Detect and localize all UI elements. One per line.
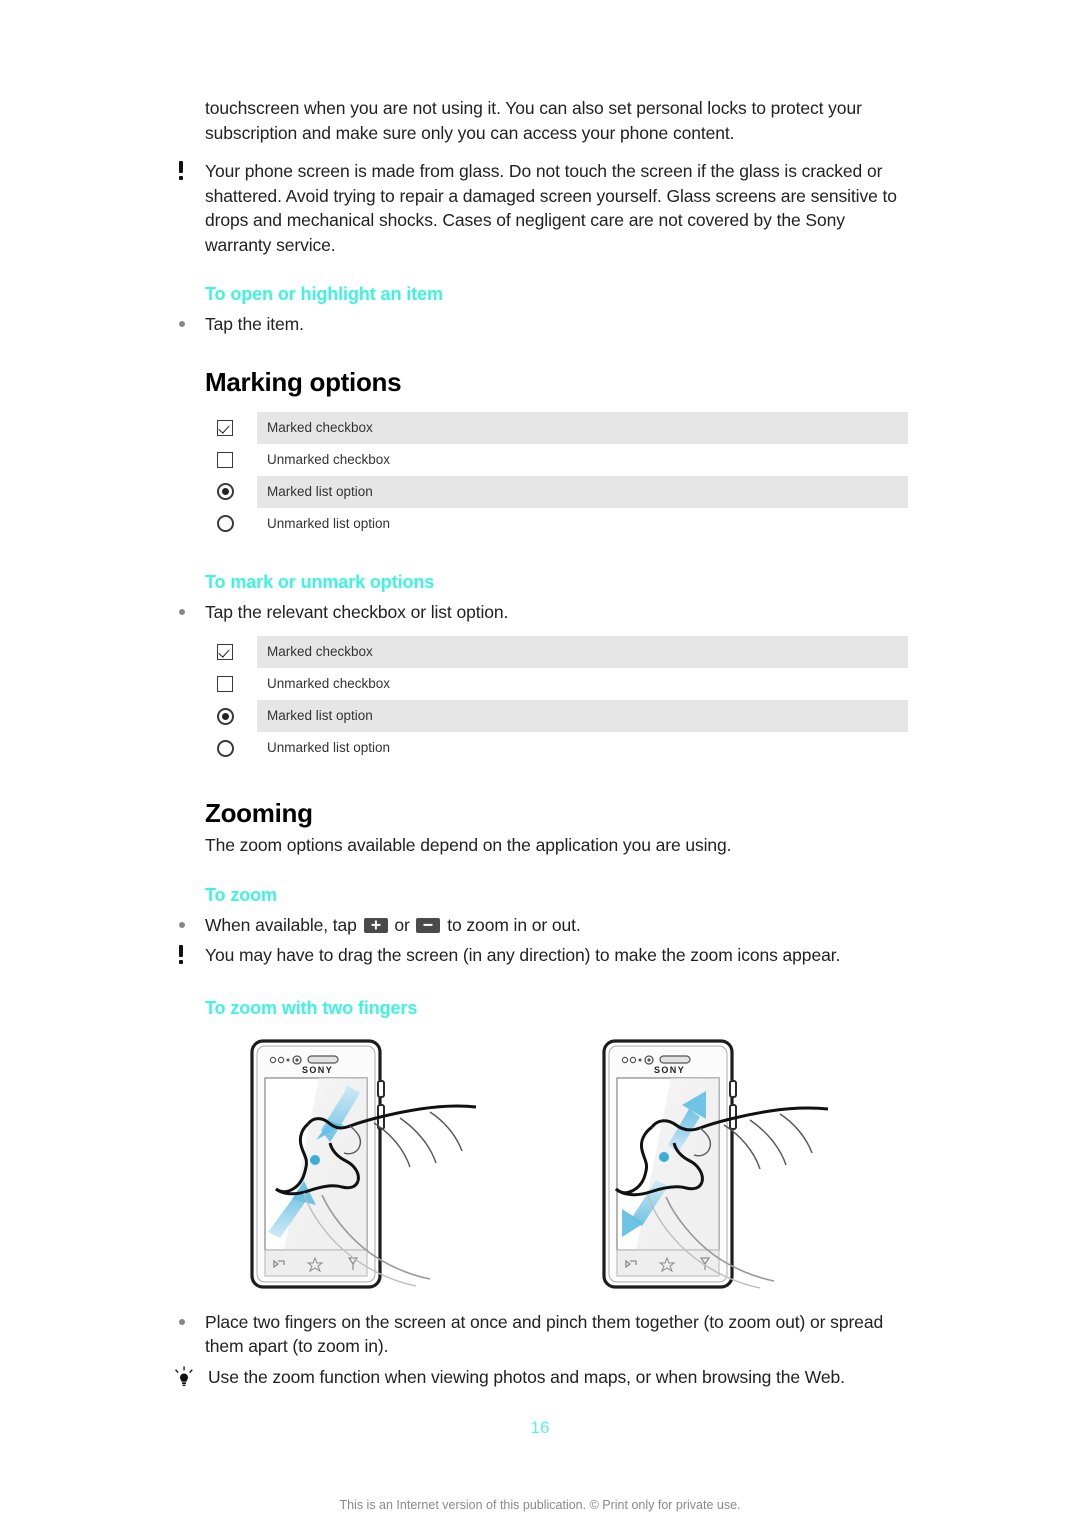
radio-checked-icon <box>205 707 257 725</box>
table-row: Unmarked list option <box>205 508 908 540</box>
radio-unchecked-icon <box>205 515 257 532</box>
warning-note-text: Your phone screen is made from glass. Do… <box>205 161 897 255</box>
zoom-out-icon[interactable] <box>416 917 441 933</box>
table-row-label: Unmarked checkbox <box>267 451 391 467</box>
table-row: Unmarked checkbox <box>205 444 908 476</box>
table-row-label: Unmarked checkbox <box>267 676 391 691</box>
phone-brand-label: SONY <box>654 1065 685 1075</box>
table-row-label: Unmarked list option <box>267 740 391 755</box>
phone-illustration-spread: SONY <box>602 1038 829 1289</box>
note-to-zoom-text: You may have to drag the screen (in any … <box>205 945 841 965</box>
table-row: Marked list option <box>205 475 908 508</box>
warning-note: Your phone screen is made from glass. Do… <box>172 159 908 257</box>
checkbox-unchecked-icon <box>205 451 257 468</box>
table-row: Marked checkbox <box>205 636 908 668</box>
checkbox-checked-icon <box>205 419 257 436</box>
table-row: Marked list option <box>205 700 908 732</box>
page-content: touchscreen when you are not using it. Y… <box>172 96 908 1389</box>
bullet-icon <box>172 1310 202 1330</box>
step-to-zoom-text: When available, tap or to zoom in or out… <box>205 913 908 938</box>
radio-unchecked-icon <box>205 739 257 757</box>
footer-notice: This is an Internet version of this publ… <box>339 1498 741 1512</box>
radio-checked-icon <box>205 483 257 500</box>
step-to-zoom-prefix: When available, tap <box>205 914 357 935</box>
zoom-in-icon[interactable] <box>363 917 388 933</box>
procedure-heading-mark-or-unmark: To mark or unmark options <box>205 571 435 592</box>
manual-page: touchscreen when you are not using it. Y… <box>0 0 1080 1527</box>
step-to-zoom: When available, tap or to zoom in or out… <box>172 913 908 938</box>
procedure-heading-open-or-highlight: To open or highlight an item <box>205 284 443 304</box>
phone-brand-label: SONY <box>302 1065 333 1075</box>
tip-zoom-text: Use the zoom function when viewing photo… <box>208 1366 845 1387</box>
step-to-zoom-middle: or <box>394 914 410 935</box>
procedure-heading-zoom-two-fingers: To zoom with two fingers <box>205 997 418 1018</box>
step-zoom-two-fingers: Place two fingers on the screen at once … <box>172 1310 908 1359</box>
phone-illustration-pinch: SONY <box>250 1038 477 1289</box>
step-mark-or-unmark: Tap the relevant checkbox or list option… <box>172 600 908 625</box>
step-zoom-two-fingers-text: Place two fingers on the screen at once … <box>205 1311 884 1357</box>
warning-icon <box>172 943 202 969</box>
step-mark-or-unmark-text: Tap the relevant checkbox or list option… <box>205 601 509 622</box>
page-number: 16 <box>530 1418 550 1437</box>
step-open-or-highlight: Tap the item. <box>172 312 908 337</box>
tip-zoom: Use the zoom function when viewing photo… <box>172 1365 908 1390</box>
checkbox-unchecked-icon <box>205 676 257 692</box>
table-row-label: Marked list option <box>257 475 908 508</box>
step-open-or-highlight-text: Tap the item. <box>205 314 304 334</box>
table-row: Unmarked list option <box>205 732 908 764</box>
marking-options-table-1: Marked checkbox Unmarked checkbox Marked… <box>205 411 908 540</box>
section-heading-marking-options: Marking options <box>205 366 402 397</box>
table-row-label: Marked checkbox <box>257 411 908 444</box>
note-to-zoom: You may have to drag the screen (in any … <box>172 943 908 968</box>
table-row: Marked checkbox <box>205 411 908 444</box>
zoom-gesture-illustration: SONY SONY <box>172 1037 908 1292</box>
zooming-intro-text: The zoom options available depend on the… <box>205 835 732 855</box>
bullet-icon <box>172 913 202 933</box>
table-row-label: Unmarked list option <box>267 515 391 531</box>
section-heading-zooming: Zooming <box>205 798 313 828</box>
warning-icon <box>172 159 202 185</box>
step-to-zoom-suffix: to zoom in or out. <box>447 914 581 935</box>
bullet-icon <box>172 600 202 620</box>
table-row-label: Marked checkbox <box>257 636 908 668</box>
procedure-heading-to-zoom: To zoom <box>205 884 277 905</box>
lightbulb-icon <box>172 1365 202 1388</box>
marking-options-table-2: Marked checkbox Unmarked checkbox Marked… <box>205 636 908 764</box>
checkbox-checked-icon <box>205 644 257 660</box>
table-row-label: Marked list option <box>257 700 908 732</box>
intro-paragraph: touchscreen when you are not using it. Y… <box>205 98 862 143</box>
bullet-icon <box>172 312 202 332</box>
table-row: Unmarked checkbox <box>205 668 908 700</box>
